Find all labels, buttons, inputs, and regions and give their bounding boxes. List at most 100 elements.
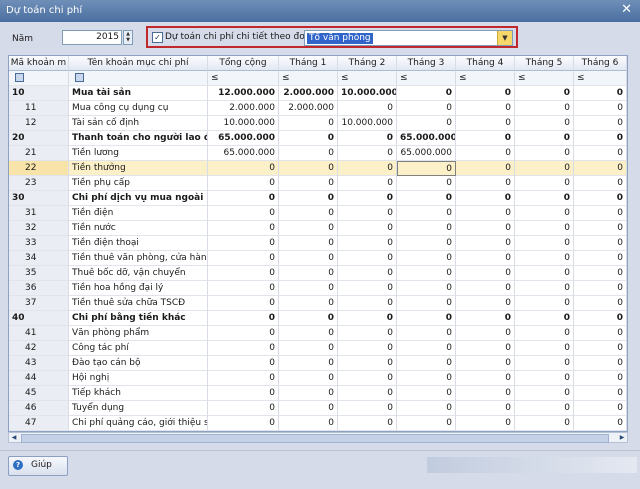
table-row[interactable]: 31 Tiền điện 0 0 0 0 0 0 0 [9,206,627,221]
month-cell[interactable]: 0 [456,101,515,116]
filter-cell[interactable]: ≤ [208,71,279,86]
year-spinner[interactable]: ▲ ▼ [123,30,133,45]
month-cell[interactable]: 0 [574,311,627,326]
table-row[interactable]: 11 Mua công cụ dụng cụ 2.000.000 2.000.000 0… [9,101,627,116]
month-cell[interactable]: 0 [515,416,574,431]
month-cell[interactable]: 0 [515,296,574,311]
month-cell[interactable]: 0 [456,161,515,176]
month-cell[interactable]: 2.000.000 [279,86,338,101]
month-cell[interactable]: 0 [338,206,397,221]
month-cell[interactable]: 0 [397,101,456,116]
table-row[interactable]: 46 Tuyển dụng 0 0 0 0 0 0 0 [9,401,627,416]
month-cell[interactable]: 0 [574,371,627,386]
month-cell[interactable]: 0 [279,266,338,281]
table-row[interactable]: 40 Chi phí bằng tiền khác 0 0 0 0 0 0 0 [9,311,627,326]
month-cell[interactable]: 0 [338,131,397,146]
scroll-right-icon[interactable]: ▶ [617,433,627,442]
month-cell[interactable]: 0 [574,281,627,296]
table-row[interactable]: 30 Chi phí dịch vụ mua ngoài 0 0 0 0 0 0 0 [9,191,627,206]
month-cell[interactable]: 0 [515,311,574,326]
table-row[interactable]: 41 Văn phòng phẩm 0 0 0 0 0 0 0 [9,326,627,341]
detail-checkbox[interactable]: ✓ [152,32,163,43]
month-cell[interactable]: 0 [279,131,338,146]
table-row[interactable]: 43 Đào tạo cán bộ 0 0 0 0 0 0 0 [9,356,627,371]
month-cell[interactable]: 0 [574,116,627,131]
month-cell[interactable]: 0 [279,191,338,206]
column-header[interactable]: Tháng 3 [397,56,456,71]
filter-cell[interactable]: ≤ [279,71,338,86]
month-cell[interactable]: 0 [279,206,338,221]
month-cell[interactable]: 0 [574,341,627,356]
month-cell[interactable]: 10.000.000 [338,86,397,101]
month-cell[interactable]: 0 [456,176,515,191]
month-cell[interactable]: 65.000.000 [397,146,456,161]
month-cell[interactable]: 0 [515,176,574,191]
month-cell[interactable]: 0 [456,416,515,431]
month-cell[interactable]: 0 [279,341,338,356]
month-cell[interactable]: 0 [338,251,397,266]
month-cell[interactable]: 0 [397,176,456,191]
month-cell[interactable]: 0 [338,311,397,326]
spin-down-icon[interactable]: ▼ [124,37,132,43]
month-cell[interactable]: 0 [397,251,456,266]
month-cell[interactable]: 0 [456,386,515,401]
month-cell[interactable]: 0 [397,311,456,326]
month-cell[interactable]: 0 [397,221,456,236]
column-header[interactable]: Tháng 4 [456,56,515,71]
month-cell[interactable]: 0 [574,266,627,281]
table-row[interactable]: 34Tiền thuê văn phòng, cửa hàng,...00000… [9,251,627,266]
table-row[interactable]: 47 Chi phí quảng cáo, giới thiệu sả... 0 0 0… [9,416,627,431]
filter-cell[interactable]: ≤ [456,71,515,86]
horizontal-scrollbar[interactable]: ◀ ▶ [8,432,628,443]
month-cell[interactable]: 0 [279,371,338,386]
month-cell[interactable]: 0 [456,86,515,101]
month-cell[interactable]: 0 [279,356,338,371]
month-cell[interactable]: 0 [574,326,627,341]
month-cell[interactable]: 0 [515,371,574,386]
month-cell[interactable]: 0 [574,206,627,221]
month-cell[interactable]: 0 [456,311,515,326]
table-row[interactable]: 20Thanh toán cho người lao động65.000.00… [9,131,627,146]
month-cell[interactable]: 0 [338,236,397,251]
month-cell[interactable]: 0 [338,266,397,281]
scroll-thumb[interactable] [21,434,609,443]
month-cell[interactable]: 0 [574,146,627,161]
month-cell[interactable]: 0 [397,281,456,296]
month-cell[interactable]: 0 [338,326,397,341]
month-cell[interactable]: 0 [279,386,338,401]
month-cell[interactable]: 0 [456,356,515,371]
month-cell[interactable]: 0 [456,236,515,251]
month-cell[interactable]: 0 [338,146,397,161]
filter-icon[interactable] [75,73,84,82]
month-cell[interactable]: 0 [279,416,338,431]
month-cell[interactable]: 0 [515,191,574,206]
month-cell[interactable]: 0 [279,161,338,176]
month-cell[interactable]: 0 [397,326,456,341]
month-cell[interactable]: 0 [515,146,574,161]
month-cell[interactable]: 0 [338,221,397,236]
month-cell[interactable]: 0 [574,416,627,431]
month-cell[interactable]: 0 [456,116,515,131]
month-cell[interactable]: 0 [279,236,338,251]
table-row[interactable]: 12 Tài sản cố định 10.000.000 0 10.000.000 0 0… [9,116,627,131]
month-cell[interactable]: 0 [574,251,627,266]
chevron-down-icon[interactable]: ▼ [497,31,512,45]
month-cell[interactable]: 0 [397,116,456,131]
month-cell[interactable]: 0 [397,191,456,206]
close-icon[interactable]: ✕ [621,3,632,17]
month-cell[interactable]: 0 [338,281,397,296]
month-cell[interactable]: 0 [515,206,574,221]
month-cell[interactable]: 0 [397,371,456,386]
month-cell[interactable]: 0 [574,86,627,101]
month-cell[interactable]: 0 [279,326,338,341]
month-cell[interactable]: 0 [456,221,515,236]
month-cell[interactable]: 0 [397,416,456,431]
filter-cell[interactable] [9,71,69,86]
month-cell[interactable]: 0 [338,401,397,416]
month-cell[interactable]: 65.000.000 [397,131,456,146]
month-cell[interactable]: 0 [515,251,574,266]
column-header[interactable]: Tháng 2 [338,56,397,71]
month-cell[interactable]: 0 [574,401,627,416]
month-cell[interactable]: 0 [574,356,627,371]
month-cell[interactable]: 0 [456,266,515,281]
